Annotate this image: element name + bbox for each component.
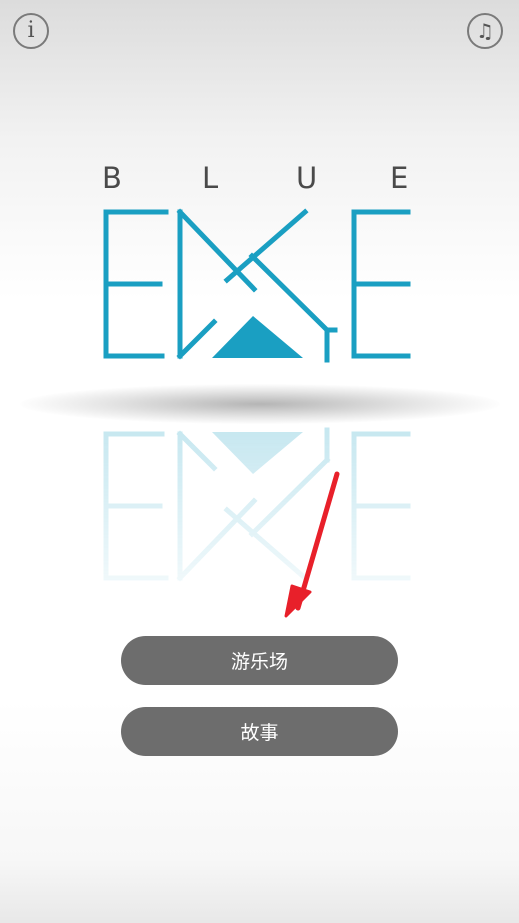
music-button[interactable]: ♫: [467, 13, 503, 49]
red-arrow-annotation: [284, 471, 340, 618]
blue-edge-logo: B L U E: [96, 164, 416, 374]
reflection-wordmark: [103, 427, 411, 582]
logo-shadow: [20, 384, 500, 424]
music-note-icon: ♫: [476, 19, 494, 43]
logo-wordmark: [103, 208, 411, 363]
title-screen: i ♫ B L U E 游乐场 故事: [0, 0, 519, 923]
info-icon: i: [27, 17, 35, 43]
story-button[interactable]: 故事: [121, 707, 398, 756]
logo-reflection: [96, 424, 416, 624]
playground-button[interactable]: 游乐场: [121, 636, 398, 685]
info-button[interactable]: i: [13, 13, 49, 49]
